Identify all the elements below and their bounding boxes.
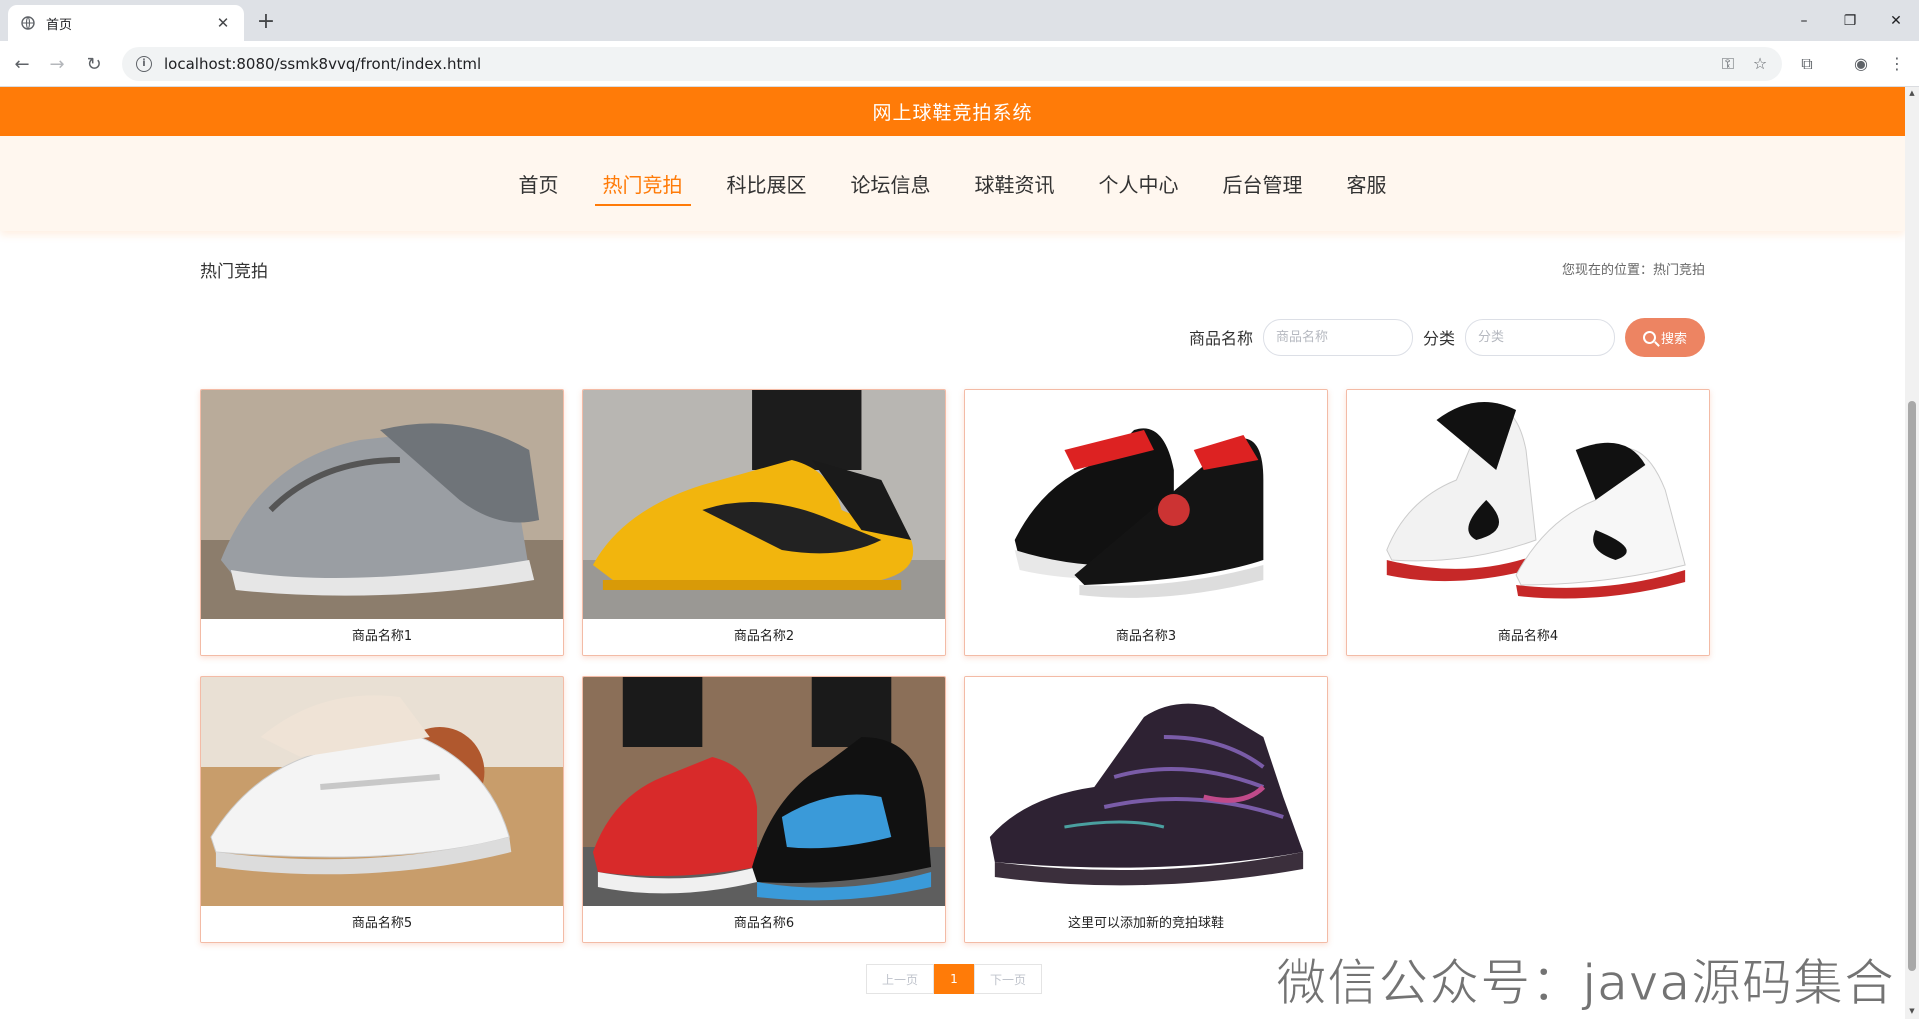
url-text[interactable]: localhost:8080/ssmk8vvq/front/index.html — [164, 55, 481, 73]
globe-icon — [20, 15, 36, 31]
tab-close-icon[interactable]: ✕ — [214, 14, 232, 32]
nav-item-1[interactable]: 热门竞拍 — [594, 161, 691, 206]
name-search-input[interactable] — [1262, 318, 1413, 356]
watermark: 微信公众号：java源码集合 — [1276, 954, 1895, 1013]
name-search-label: 商品名称 — [1188, 329, 1253, 348]
search-icon — [1642, 330, 1656, 344]
new-tab-button[interactable]: + — [252, 9, 280, 37]
breadcrumb-current[interactable]: 热门竞拍 — [1653, 263, 1705, 278]
product-card[interactable]: 商品名称2 — [582, 389, 946, 656]
product-name[interactable]: 这里可以添加新的竞拍球鞋 — [965, 906, 1327, 942]
nav-item-6[interactable]: 后台管理 — [1215, 161, 1311, 206]
profile-icon[interactable]: ◉ — [1850, 54, 1872, 76]
product-card[interactable]: 商品名称3 — [964, 389, 1328, 656]
product-image[interactable] — [201, 677, 563, 907]
nav-item-7[interactable]: 客服 — [1339, 161, 1395, 206]
tab-title: 首页 — [46, 17, 73, 33]
product-name[interactable]: 商品名称2 — [583, 619, 945, 655]
nav-item-3[interactable]: 论坛信息 — [843, 161, 939, 206]
category-search-label: 分类 — [1422, 329, 1455, 348]
forward-arrow-icon[interactable]: → — [43, 50, 71, 78]
product-name[interactable]: 商品名称3 — [965, 619, 1327, 655]
product-image[interactable] — [583, 677, 945, 907]
browser-tab-strip: 首页 ✕ + – ❐ ✕ — [0, 0, 1919, 41]
scrollbar-thumb[interactable] — [1908, 401, 1916, 971]
nav-item-2[interactable]: 科比展区 — [719, 161, 815, 206]
product-image[interactable] — [965, 390, 1327, 620]
nav-item-5[interactable]: 个人中心 — [1091, 161, 1187, 206]
page-scrollbar[interactable]: ▲ ▼ — [1905, 87, 1919, 1019]
search-bar: 商品名称 分类 搜索 — [1179, 317, 1705, 357]
prev-page-button[interactable]: 上一页 — [866, 964, 934, 994]
product-card[interactable]: 这里可以添加新的竞拍球鞋 — [964, 676, 1328, 943]
product-card[interactable]: 商品名称1 — [200, 389, 564, 656]
scroll-up-icon[interactable]: ▲ — [1908, 89, 1916, 97]
product-card[interactable]: 商品名称6 — [582, 676, 946, 943]
product-image[interactable] — [201, 390, 563, 620]
web-page: 网上球鞋竞拍系统 首页 热门竞拍 科比展区 论坛信息 球鞋资讯 个人中心 后台管理 客服 热门… — [0, 87, 1905, 1019]
product-image[interactable] — [965, 677, 1327, 907]
search-button-label: 搜索 — [1660, 331, 1687, 347]
product-name[interactable]: 商品名称4 — [1347, 619, 1709, 655]
scroll-down-icon[interactable]: ▼ — [1908, 1007, 1916, 1015]
bookmark-star-icon[interactable]: ☆ — [1750, 54, 1770, 74]
site-info-icon[interactable]: i — [136, 56, 152, 72]
restore-button[interactable]: ❐ — [1827, 0, 1873, 41]
minimize-button[interactable]: – — [1781, 0, 1827, 41]
tab-search-icon[interactable]: ⧉ — [1796, 54, 1818, 76]
back-arrow-icon[interactable]: ← — [8, 50, 36, 78]
product-name[interactable]: 商品名称6 — [583, 906, 945, 942]
site-header: 网上球鞋竞拍系统 — [0, 87, 1905, 136]
section-title: 热门竞拍 — [200, 262, 268, 282]
nav-item-0[interactable]: 首页 — [511, 161, 567, 206]
search-button[interactable]: 搜索 — [1625, 317, 1705, 357]
product-image[interactable] — [583, 390, 945, 620]
nav-item-4[interactable]: 球鞋资讯 — [967, 161, 1063, 206]
browser-tab[interactable]: 首页 ✕ — [8, 5, 244, 41]
site-title: 网上球鞋竞拍系统 — [872, 102, 1033, 124]
address-bar[interactable]: i localhost:8080/ssmk8vvq/front/index.ht… — [122, 47, 1782, 81]
product-name[interactable]: 商品名称5 — [201, 906, 563, 942]
close-window-button[interactable]: ✕ — [1873, 0, 1919, 41]
reload-icon[interactable]: ↻ — [80, 50, 108, 78]
product-card[interactable]: 商品名称4 — [1346, 389, 1710, 656]
product-card[interactable]: 商品名称5 — [200, 676, 564, 943]
breadcrumb: 您现在的位置：热门竞拍 — [1562, 259, 1705, 278]
next-page-button[interactable]: 下一页 — [974, 964, 1042, 994]
product-image[interactable] — [1347, 390, 1709, 620]
category-search-input[interactable] — [1465, 318, 1615, 356]
pagination: 上一页 1 下一页 — [866, 964, 1042, 994]
product-name[interactable]: 商品名称1 — [201, 619, 563, 655]
main-nav: 首页 热门竞拍 科比展区 论坛信息 球鞋资讯 个人中心 后台管理 客服 — [0, 136, 1905, 231]
menu-dots-icon[interactable]: ⋮ — [1886, 54, 1908, 76]
breadcrumb-prefix: 您现在的位置： — [1561, 263, 1653, 278]
page-number-current[interactable]: 1 — [934, 964, 974, 994]
browser-toolbar: ← → ↻ i localhost:8080/ssmk8vvq/front/in… — [0, 41, 1919, 87]
password-key-icon[interactable]: ⚿ — [1718, 54, 1738, 74]
